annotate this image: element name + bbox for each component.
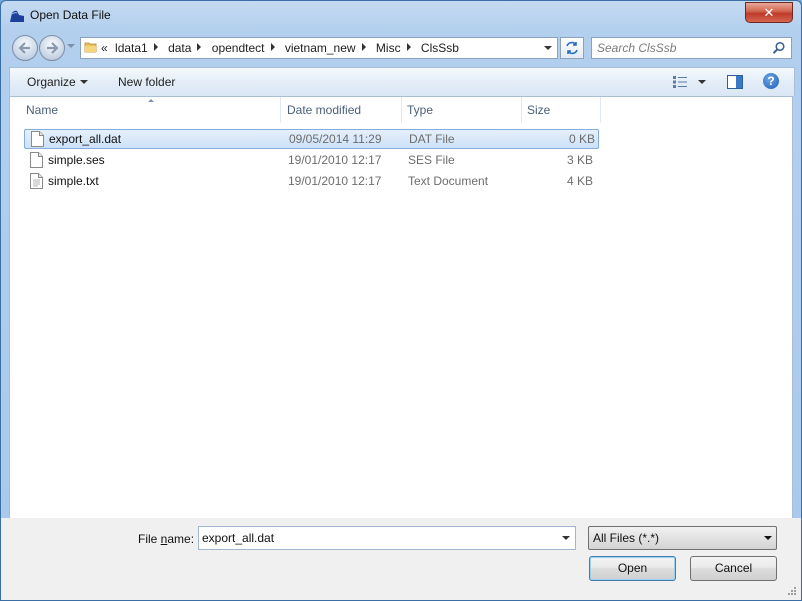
filename-label-part: ame: xyxy=(167,532,195,546)
breadcrumb-item[interactable]: ClsSsb xyxy=(421,41,459,55)
column-divider[interactable] xyxy=(521,97,522,123)
file-list: Name Date modified Type Size export_all.… xyxy=(9,96,793,519)
file-size: 3 KB xyxy=(566,153,593,167)
app-icon xyxy=(10,10,24,22)
file-type-filter-value: All Files (*.*) xyxy=(593,531,660,545)
file-type: Text Document xyxy=(408,174,489,188)
breadcrumb-item[interactable]: data xyxy=(168,41,191,55)
open-button[interactable]: Open xyxy=(589,556,676,581)
close-button[interactable]: ✕ xyxy=(745,2,793,23)
breadcrumb-item[interactable]: vietnam_new xyxy=(285,41,356,55)
search-box[interactable] xyxy=(591,37,792,59)
breadcrumb-chevron-icon[interactable] xyxy=(406,43,411,51)
back-button[interactable] xyxy=(12,35,38,61)
change-view-icon[interactable] xyxy=(672,75,688,89)
breadcrumb-chevron-icon[interactable] xyxy=(197,43,202,51)
filename-chevron-down-icon[interactable] xyxy=(562,536,570,540)
sort-ascending-icon xyxy=(148,99,154,102)
breadcrumb: « ldata1 data opendtect vietnam_new Misc… xyxy=(101,41,459,55)
filename-label: File name: xyxy=(138,532,194,546)
file-row[interactable]: simple.txt 19/01/2010 12:17 Text Documen… xyxy=(24,171,597,191)
preview-pane-icon[interactable] xyxy=(727,75,743,89)
refresh-button[interactable] xyxy=(560,37,584,59)
refresh-icon xyxy=(566,41,578,55)
address-history-chevron-down-icon[interactable] xyxy=(544,46,552,50)
file-size: 0 KB xyxy=(568,132,595,146)
cancel-button[interactable]: Cancel xyxy=(690,556,777,581)
recent-locations-chevron-down-icon[interactable] xyxy=(67,44,75,48)
column-divider[interactable] xyxy=(280,97,281,123)
column-divider[interactable] xyxy=(401,97,402,123)
column-header-size[interactable]: Size xyxy=(527,97,550,123)
column-header-name[interactable]: Name xyxy=(26,97,58,123)
new-folder-button[interactable]: New folder xyxy=(118,75,175,89)
column-header-date[interactable]: Date modified xyxy=(287,97,361,123)
forward-button[interactable] xyxy=(39,35,65,61)
filename-label-part: File xyxy=(138,532,161,546)
file-row-selected[interactable]: export_all.dat 09/05/2014 11:29 DAT File… xyxy=(24,129,599,149)
arrow-right-icon xyxy=(47,42,59,54)
column-divider[interactable] xyxy=(600,97,601,123)
file-type: DAT File xyxy=(409,132,455,146)
file-row[interactable]: simple.ses 19/01/2010 12:17 SES File 3 K… xyxy=(24,150,597,170)
breadcrumb-chevron-icon[interactable] xyxy=(361,43,366,51)
resize-grip-icon[interactable] xyxy=(787,586,797,596)
organize-button[interactable]: Organize xyxy=(27,75,76,89)
navigation-bar: « ldata1 data opendtect vietnam_new Misc… xyxy=(1,32,801,62)
file-date: 19/01/2010 12:17 xyxy=(288,153,382,167)
file-name: simple.ses xyxy=(48,153,105,167)
title-bar[interactable]: Open Data File ✕ xyxy=(1,1,801,31)
text-file-icon xyxy=(30,173,43,189)
filename-input[interactable] xyxy=(202,530,552,546)
file-icon xyxy=(30,152,43,168)
breadcrumb-overflow-button[interactable]: « xyxy=(101,41,108,55)
file-name: export_all.dat xyxy=(49,132,122,146)
open-file-dialog: Open Data File ✕ « ldata1 data opendtect… xyxy=(0,0,802,601)
organize-chevron-down-icon[interactable] xyxy=(80,80,88,84)
command-toolbar: Organize New folder ? xyxy=(9,67,795,96)
dialog-footer: File name: All Files (*.*) Open Cancel xyxy=(1,518,801,600)
file-date: 19/01/2010 12:17 xyxy=(288,174,382,188)
arrow-left-icon xyxy=(18,42,30,54)
folder-icon xyxy=(84,42,97,53)
breadcrumb-item[interactable]: ldata1 xyxy=(115,41,148,55)
filename-combobox[interactable] xyxy=(198,526,576,550)
file-name: simple.txt xyxy=(48,174,99,188)
file-date: 09/05/2014 11:29 xyxy=(289,132,382,146)
window-title: Open Data File xyxy=(30,8,111,22)
breadcrumb-chevron-icon[interactable] xyxy=(153,43,158,51)
file-type-filter[interactable]: All Files (*.*) xyxy=(588,526,777,550)
search-input[interactable] xyxy=(597,40,767,55)
address-bar[interactable]: « ldata1 data opendtect vietnam_new Misc… xyxy=(80,37,558,59)
filter-chevron-down-icon[interactable] xyxy=(764,536,772,540)
close-icon: ✕ xyxy=(763,5,775,20)
file-type: SES File xyxy=(408,153,455,167)
column-header-type[interactable]: Type xyxy=(407,97,433,123)
breadcrumb-item[interactable]: Misc xyxy=(376,41,401,55)
column-header: Name Date modified Type Size xyxy=(10,97,792,123)
search-icon xyxy=(772,41,785,54)
file-icon xyxy=(31,131,44,147)
breadcrumb-item[interactable]: opendtect xyxy=(212,41,265,55)
help-icon[interactable]: ? xyxy=(763,73,779,89)
breadcrumb-chevron-icon[interactable] xyxy=(270,43,275,51)
file-size: 4 KB xyxy=(566,174,593,188)
view-options-chevron-down-icon[interactable] xyxy=(698,80,706,84)
